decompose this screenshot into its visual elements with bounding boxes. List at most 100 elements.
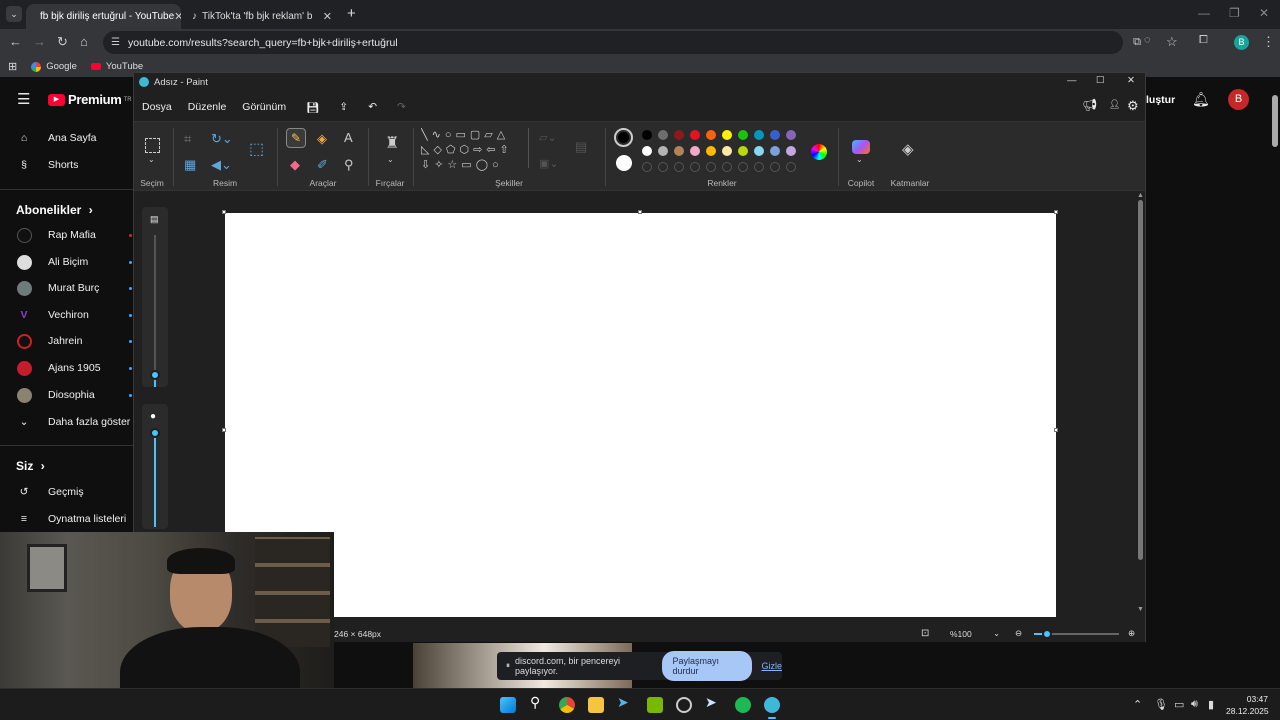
palette-color-swatch[interactable]: [690, 130, 700, 140]
telegram-icon[interactable]: ➤: [617, 694, 633, 710]
nav-history[interactable]: ↺ Geçmiş: [0, 479, 133, 505]
chevron-down-icon[interactable]: ⌄: [856, 156, 863, 164]
empty-custom-color-slot[interactable]: [706, 162, 716, 172]
nvidia-icon[interactable]: [647, 697, 663, 713]
brush-icon[interactable]: ♜: [385, 136, 399, 152]
primary-color-swatch[interactable]: [614, 128, 633, 147]
feedback-icon[interactable]: 📢︎: [1082, 98, 1097, 112]
nav-home[interactable]: ⌂ Ana Sayfa: [0, 125, 133, 151]
zoom-dropdown[interactable]: %100 ⌄: [950, 629, 1000, 639]
color-picker-icon[interactable]: ✐: [317, 158, 328, 171]
sub-item[interactable]: Rap Mafia: [0, 222, 133, 248]
minimize-window-icon[interactable]: —: [1198, 6, 1210, 20]
eraser-icon[interactable]: ◆: [290, 158, 300, 171]
resize-handle[interactable]: [222, 210, 226, 214]
tab-tiktok[interactable]: ♪ TikTok'ta 'fb bjk reklam' bulabil ✕: [184, 4, 340, 29]
palette-color-swatch[interactable]: [786, 130, 796, 140]
maximize-icon[interactable]: ☐: [1096, 75, 1105, 86]
hamburger-menu-icon[interactable]: ☰: [17, 90, 30, 108]
sub-item[interactable]: Murat Burç: [0, 275, 133, 301]
new-tab-button[interactable]: +: [347, 5, 356, 22]
brush-size-slider-thumb[interactable]: [150, 370, 160, 380]
zoom-out-icon[interactable]: ⊖: [1015, 628, 1022, 639]
palette-color-swatch[interactable]: [786, 146, 796, 156]
page-scrollbar[interactable]: [1272, 95, 1278, 147]
palette-color-swatch[interactable]: [658, 146, 668, 156]
palette-color-swatch[interactable]: [722, 130, 732, 140]
empty-custom-color-slot[interactable]: [786, 162, 796, 172]
palette-color-swatch[interactable]: [754, 130, 764, 140]
scroll-up-icon[interactable]: ▲: [1137, 192, 1144, 199]
empty-custom-color-slot[interactable]: [770, 162, 780, 172]
chevron-down-icon[interactable]: ⌄: [387, 156, 394, 164]
palette-color-swatch[interactable]: [770, 130, 780, 140]
palette-color-swatch[interactable]: [706, 130, 716, 140]
microphone-icon[interactable]: 🎙︎: [1154, 698, 1168, 711]
search-icon[interactable]: ⚲: [530, 694, 546, 710]
rotate-icon[interactable]: ↻⌄: [211, 132, 233, 145]
show-more[interactable]: ⌄ Daha fazla göster: [0, 409, 133, 435]
resize-icon[interactable]: ▦: [184, 158, 196, 171]
empty-custom-color-slot[interactable]: [642, 162, 652, 172]
sub-item[interactable]: V Vechiron: [0, 302, 133, 328]
notifications-bell-icon[interactable]: 🔔︎: [1192, 91, 1210, 108]
hide-link[interactable]: Gizle: [761, 661, 782, 671]
you-heading[interactable]: Siz ›: [16, 459, 45, 473]
eye-off-icon[interactable]: ◌: [1144, 34, 1151, 46]
copilot-icon[interactable]: [852, 140, 870, 154]
nav-shorts[interactable]: § Shorts: [0, 152, 133, 178]
maximize-window-icon[interactable]: ❐: [1229, 6, 1240, 20]
empty-custom-color-slot[interactable]: [738, 162, 748, 172]
flip-icon[interactable]: ◀⌄: [211, 158, 232, 171]
spotify-icon[interactable]: [735, 697, 751, 713]
extensions-icon[interactable]: ⧠: [1199, 34, 1208, 47]
account-avatar[interactable]: B: [1228, 89, 1249, 110]
undo-icon[interactable]: ↶: [368, 101, 377, 113]
battery-icon[interactable]: ▮: [1208, 698, 1214, 711]
show-hidden-icons-icon[interactable]: ⌃: [1133, 698, 1142, 711]
text-tool-icon[interactable]: A: [344, 131, 353, 144]
opacity-slider-fill[interactable]: [154, 432, 156, 527]
sub-item[interactable]: Ali Biçim: [0, 249, 133, 275]
zoom-slider-thumb[interactable]: [1042, 629, 1052, 639]
vertical-scrollbar[interactable]: [1138, 200, 1143, 560]
palette-color-swatch[interactable]: [658, 130, 668, 140]
opacity-slider-thumb[interactable]: [150, 428, 160, 438]
chevron-down-icon[interactable]: ⌄: [148, 156, 155, 164]
palette-color-swatch[interactable]: [738, 130, 748, 140]
empty-custom-color-slot[interactable]: [658, 162, 668, 172]
minimize-icon[interactable]: —: [1067, 75, 1077, 86]
bookmark-star-icon[interactable]: ☆: [1166, 34, 1178, 50]
resize-handle[interactable]: [638, 210, 642, 214]
install-app-icon[interactable]: ⧉: [1133, 36, 1141, 49]
crop-icon[interactable]: ⌗: [184, 132, 191, 145]
youtube-logo[interactable]: ▶ Premium TR: [48, 92, 132, 107]
create-button-label[interactable]: luştur: [1146, 94, 1175, 106]
color-palette[interactable]: [642, 130, 802, 172]
start-menu-icon[interactable]: [500, 697, 516, 713]
redo-icon[interactable]: ↷: [397, 101, 406, 113]
palette-color-swatch[interactable]: [754, 146, 764, 156]
resize-handle[interactable]: [1054, 210, 1058, 214]
close-icon[interactable]: ✕: [1127, 75, 1135, 86]
settings-gear-icon[interactable]: ⚙: [1127, 98, 1139, 114]
sub-item[interactable]: Ajans 1905: [0, 355, 133, 381]
sub-item[interactable]: Diosophia: [0, 382, 133, 408]
palette-color-swatch[interactable]: [738, 146, 748, 156]
pencil-tool-button[interactable]: ✎: [286, 128, 306, 148]
empty-custom-color-slot[interactable]: [674, 162, 684, 172]
steam-alt-icon[interactable]: [676, 697, 692, 713]
forward-icon[interactable]: →: [33, 34, 46, 49]
steam-icon[interactable]: ➤: [705, 694, 721, 710]
palette-color-swatch[interactable]: [690, 146, 700, 156]
palette-color-swatch[interactable]: [674, 146, 684, 156]
bookmark-google[interactable]: Google: [31, 61, 77, 72]
network-icon[interactable]: ▭: [1174, 698, 1184, 711]
sub-item[interactable]: Jahrein: [0, 328, 133, 354]
close-tab-icon[interactable]: ✕: [323, 10, 332, 23]
palette-color-swatch[interactable]: [642, 130, 652, 140]
paint-taskbar-icon[interactable]: [764, 697, 780, 713]
nav-playlists[interactable]: ≡ Oynatma listeleri: [0, 506, 133, 532]
menu-edit[interactable]: Düzenle: [188, 101, 227, 113]
reload-icon[interactable]: ↻: [57, 34, 68, 50]
